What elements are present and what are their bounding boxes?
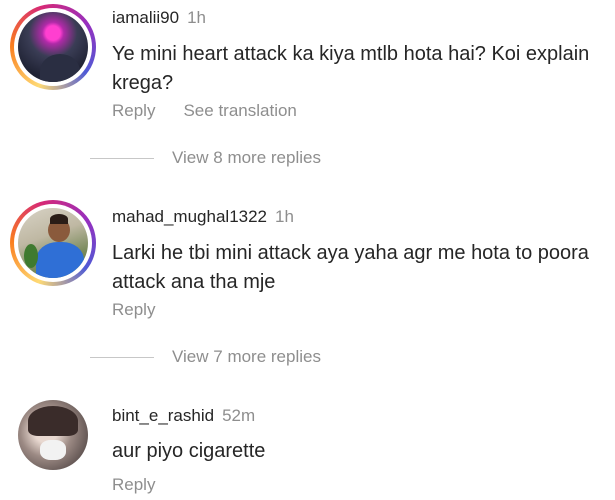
comment-username[interactable]: bint_e_rashid — [112, 406, 214, 425]
comment-time: 52m — [222, 406, 256, 425]
comment-username[interactable]: mahad_mughal1322 — [112, 207, 267, 226]
view-replies-row[interactable]: View 7 more replies — [90, 347, 321, 367]
avatar[interactable] — [10, 4, 96, 90]
avatar[interactable] — [18, 400, 88, 470]
comment-time: 1h — [275, 207, 294, 226]
comment-time: 1h — [187, 8, 207, 27]
reply-button[interactable]: Reply — [112, 300, 155, 319]
view-replies-row[interactable]: View 8 more replies — [90, 148, 321, 168]
see-translation-button[interactable]: See translation — [183, 101, 296, 120]
divider-line — [90, 157, 154, 159]
avatar-image — [18, 400, 88, 470]
comment-text: Ye mini heart attack ka kiya mtlb hota h… — [112, 43, 590, 94]
comment-text: aur piyo cigarette — [112, 440, 266, 462]
comment-username[interactable]: iamalii90 — [112, 8, 179, 27]
reply-button[interactable]: Reply — [112, 475, 155, 494]
view-more-replies[interactable]: View 8 more replies — [172, 148, 321, 168]
avatar[interactable] — [10, 200, 96, 286]
view-more-replies[interactable]: View 7 more replies — [172, 347, 321, 367]
comment-text: Larki he tbi mini attack aya yaha agr me… — [112, 242, 589, 293]
reply-button[interactable]: Reply — [112, 101, 155, 120]
avatar-image — [18, 208, 88, 278]
divider-line — [90, 356, 154, 358]
avatar-image — [18, 12, 88, 82]
